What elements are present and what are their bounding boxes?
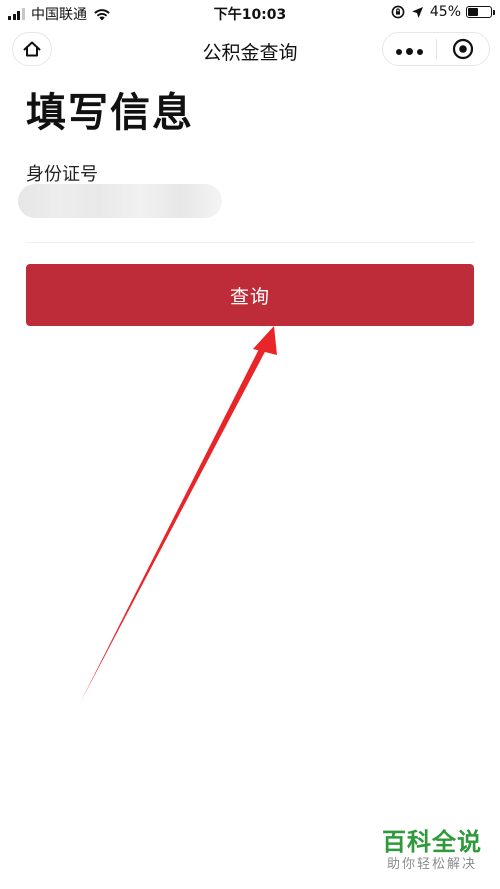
more-dots-icon	[394, 40, 425, 59]
status-right: 45%	[391, 4, 495, 20]
status-bar: 中国联通 下午10:03 45%	[0, 0, 500, 26]
query-button[interactable]: 查询	[26, 264, 474, 326]
close-circle-icon	[452, 38, 474, 60]
watermark-subtitle: 助你轻松解决	[386, 857, 477, 872]
orientation-lock-icon	[391, 5, 405, 19]
nav-bar: 公积金查询	[0, 26, 500, 72]
watermark-title: 百科全说	[382, 828, 482, 856]
mini-program-capsule	[382, 32, 490, 66]
id-number-label: 身份证号	[26, 164, 98, 185]
field-divider	[26, 242, 474, 243]
screen: 中国联通 下午10:03 45% 公积金查询 填写信息 身份证号 查询 百科全说…	[0, 0, 500, 889]
watermark-logo: 百科全说 助你轻松解决	[372, 828, 492, 874]
more-button[interactable]	[383, 32, 436, 66]
battery-icon	[466, 6, 495, 18]
close-button[interactable]	[437, 32, 489, 66]
page-title: 填写信息	[26, 90, 194, 136]
location-icon	[411, 6, 423, 18]
battery-percent: 45%	[429, 4, 461, 20]
id-number-input[interactable]	[18, 184, 222, 218]
